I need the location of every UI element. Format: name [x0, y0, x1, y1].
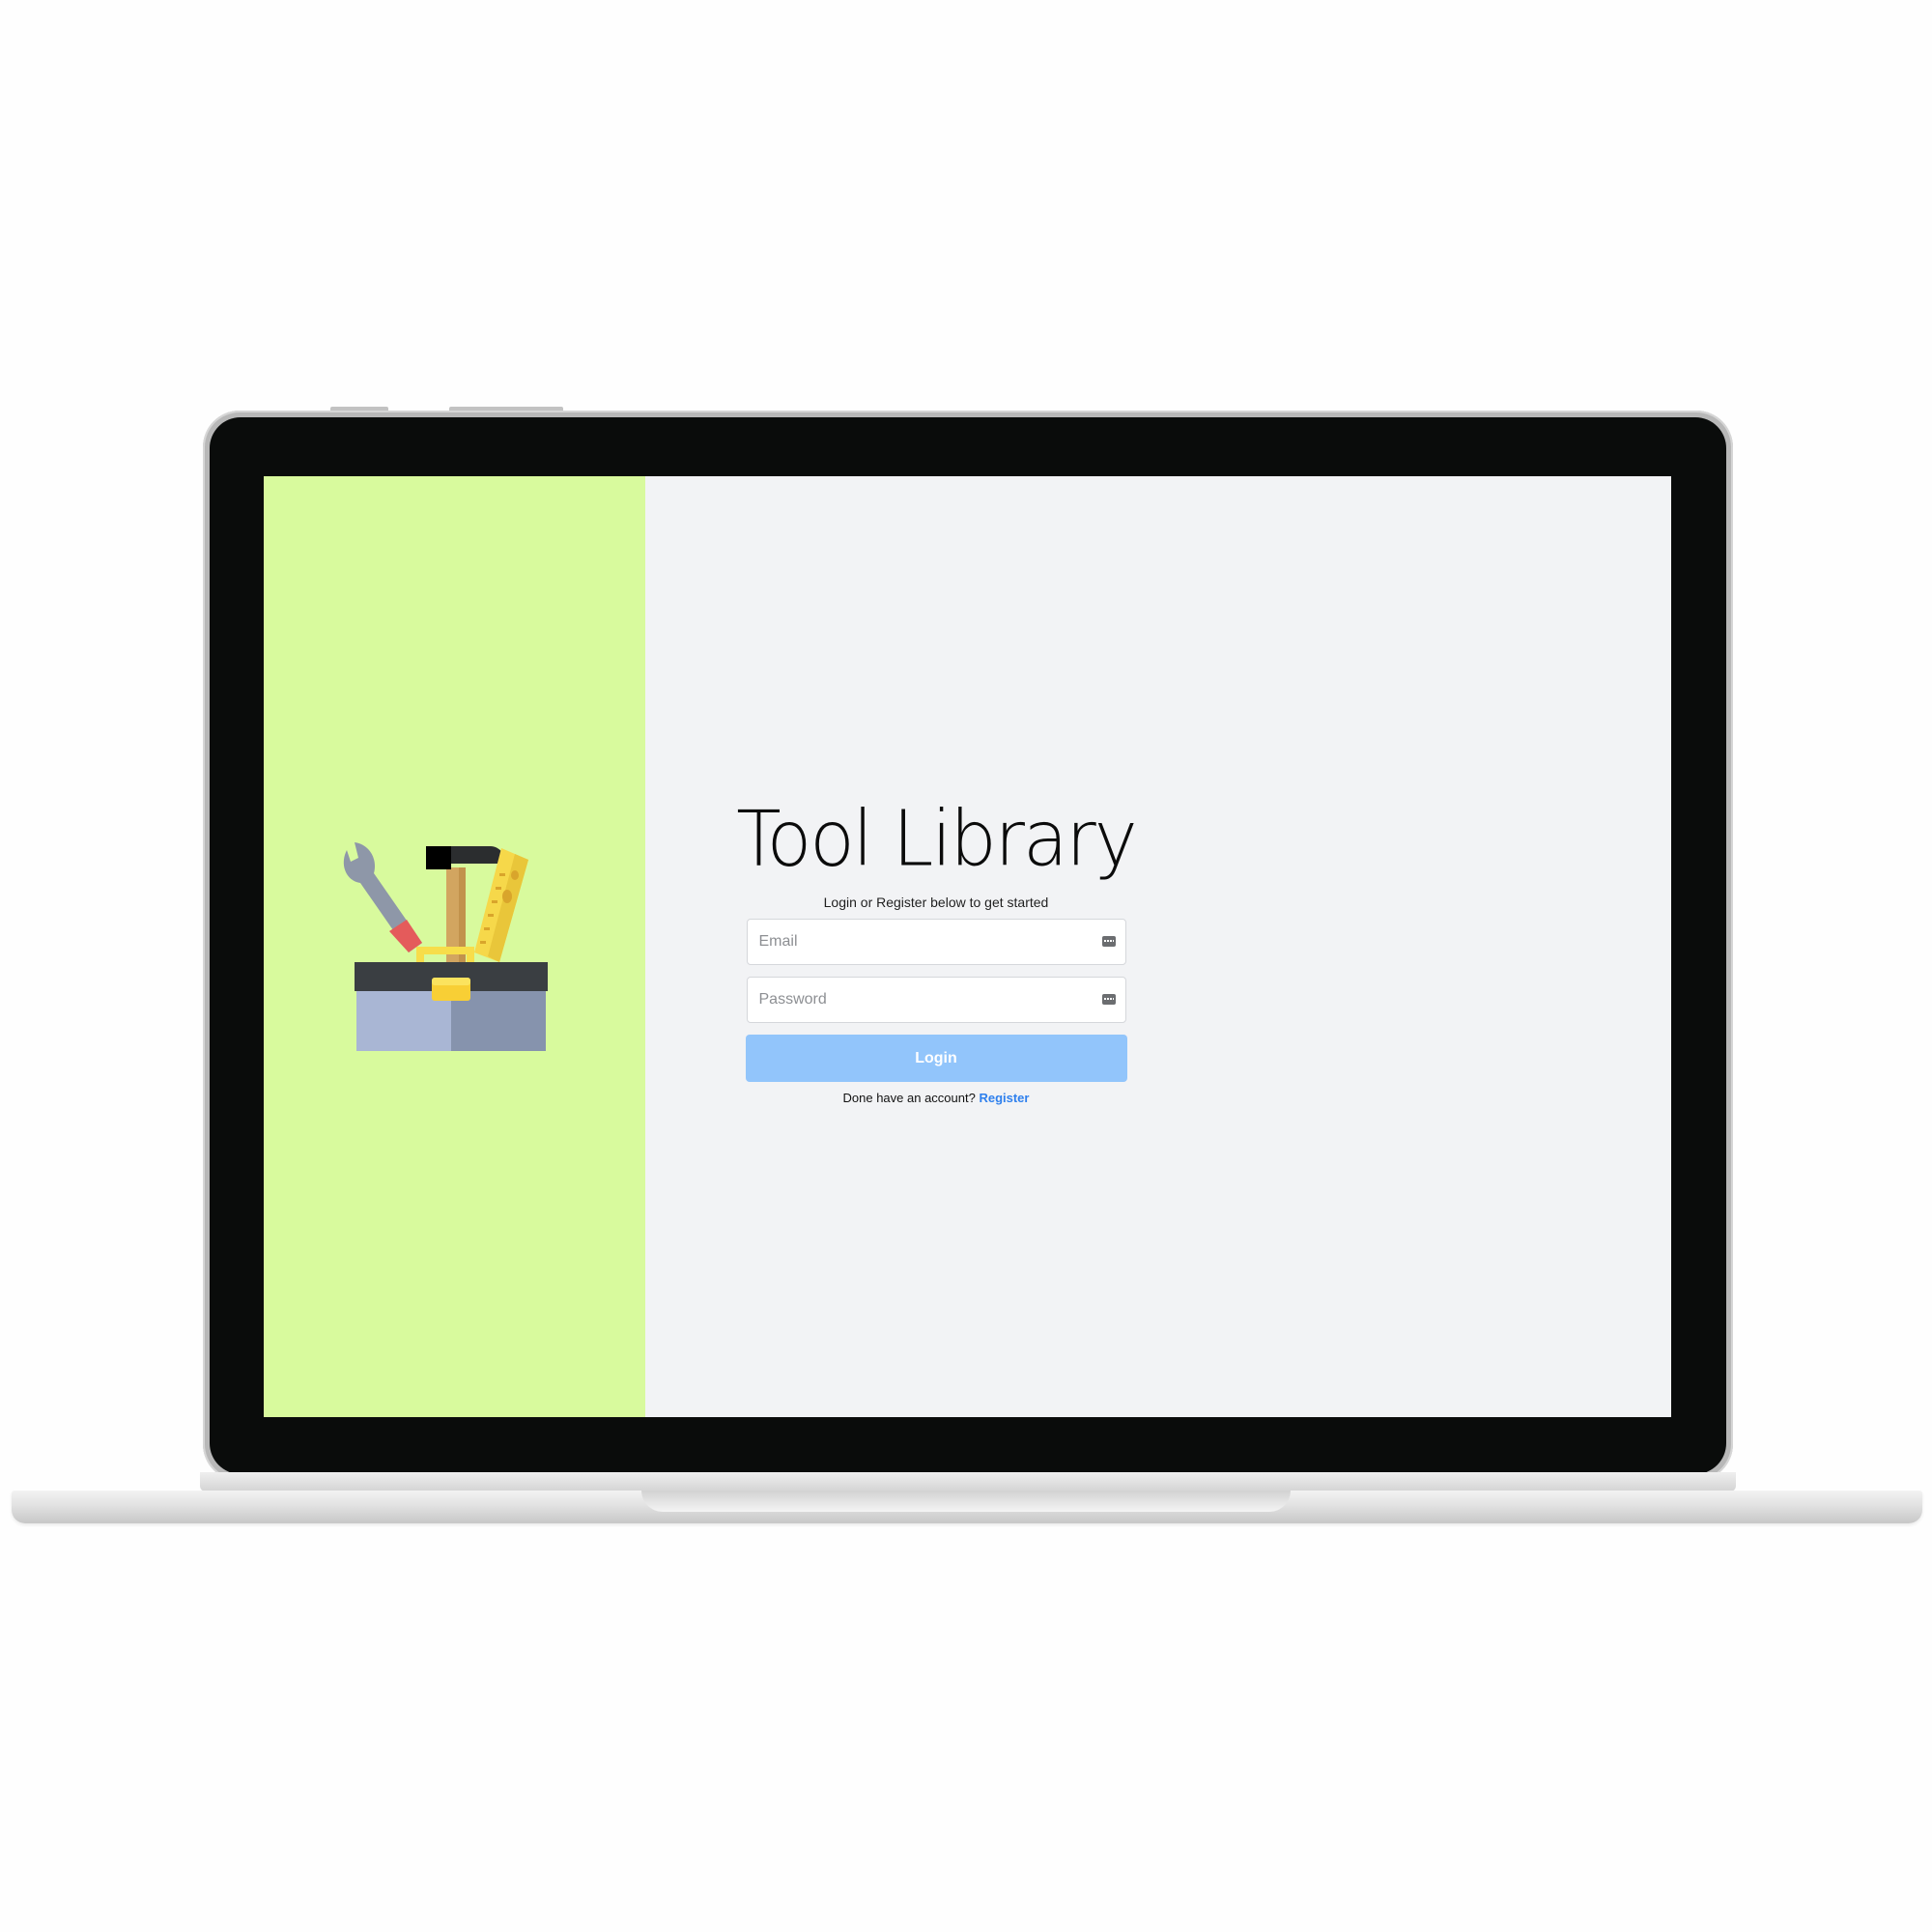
- laptop-hinge: [200, 1472, 1736, 1492]
- screen: Tool Library Login or Register below to …: [264, 476, 1671, 1417]
- laptop-base-lip: [641, 1491, 1291, 1512]
- wrench-icon: [343, 842, 422, 952]
- password-manager-icon[interactable]: [1101, 936, 1116, 947]
- login-button[interactable]: Login: [745, 1035, 1127, 1082]
- register-prompt: Done have an account? Register: [728, 1091, 1144, 1105]
- laptop-mockup: Tool Library Login or Register below to …: [0, 0, 1932, 1932]
- illustration-panel: [264, 476, 645, 1417]
- password-manager-icon[interactable]: [1101, 994, 1116, 1005]
- page-subtitle: Login or Register below to get started: [823, 895, 1049, 910]
- register-prompt-text: Done have an account?: [842, 1091, 976, 1105]
- ruler-icon: [474, 848, 528, 962]
- password-field[interactable]: [747, 978, 1125, 1022]
- login-card: Tool Library Login or Register below to …: [728, 792, 1144, 1105]
- email-field-wrapper: [746, 919, 1126, 965]
- email-field[interactable]: [747, 920, 1125, 964]
- register-link[interactable]: Register: [979, 1091, 1029, 1105]
- page-title: Tool Library: [736, 792, 1138, 884]
- password-field-wrapper: [746, 977, 1126, 1023]
- login-panel: Tool Library Login or Register below to …: [645, 476, 1671, 1417]
- toolbox-icon: [343, 842, 548, 1051]
